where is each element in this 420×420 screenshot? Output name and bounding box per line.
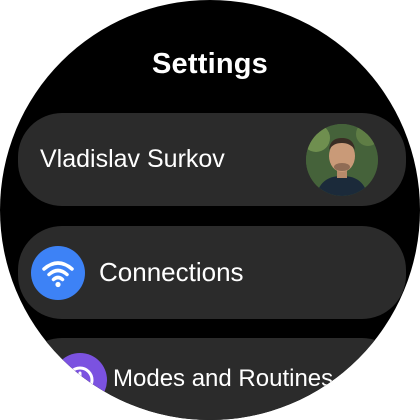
profile-card[interactable]: Vladislav Surkov	[18, 113, 406, 206]
menu-item-label: Connections	[99, 257, 244, 287]
menu-item-connections[interactable]: Connections	[18, 226, 406, 319]
menu-item-label: Modes and Routines	[113, 365, 334, 392]
menu-item-modes-and-routines[interactable]: Modes and Routines	[18, 338, 406, 420]
avatar-photo	[306, 124, 378, 196]
avatar	[306, 124, 378, 196]
modes-icon	[53, 353, 107, 407]
watch-screen: Settings Vladislav Surkov Connections Mo…	[0, 0, 420, 420]
page-title: Settings	[152, 48, 268, 80]
profile-name: Vladislav Surkov	[40, 145, 225, 173]
wifi-icon	[31, 246, 85, 300]
